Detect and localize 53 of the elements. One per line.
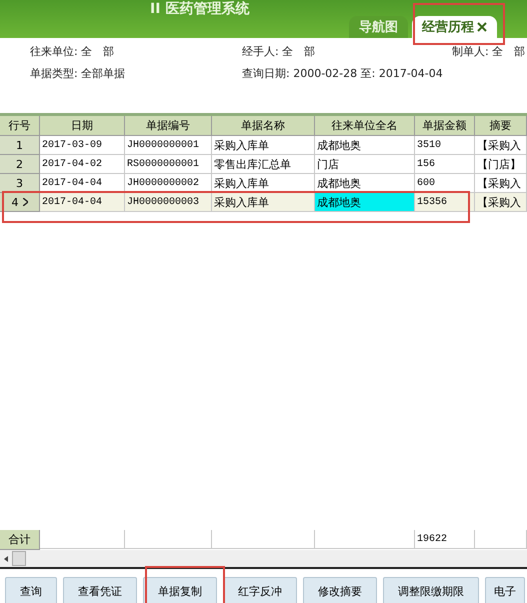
filter-field: 单据类型: 全部单据: [30, 67, 230, 81]
column-header: 单据金额: [415, 116, 475, 136]
toolbar-button[interactable]: 电子: [485, 577, 525, 603]
app-title: II 医药管理系统: [150, 0, 250, 18]
horizontal-scrollbar[interactable]: [0, 550, 527, 569]
table-cell: 600: [415, 174, 475, 193]
total-amount: 19622: [415, 530, 475, 549]
table-cell: 2017-03-09: [40, 136, 125, 155]
column-header: 日期: [40, 116, 125, 136]
table-cell: 成都地奥: [315, 193, 415, 212]
column-header: 摘要: [475, 116, 527, 136]
table-cell: 2017-04-02: [40, 155, 125, 174]
table-cell: 门店: [315, 155, 415, 174]
row-pointer-icon: [22, 198, 28, 206]
column-header: 单据名称: [212, 116, 315, 136]
table-cell: [475, 530, 527, 549]
row-number[interactable]: 2: [0, 155, 40, 174]
table-cell: 成都地奥: [315, 136, 415, 155]
table-cell: 156: [415, 155, 475, 174]
toolbar-button[interactable]: 单据复制: [143, 577, 217, 603]
toolbar-button[interactable]: 红字反冲: [223, 577, 297, 603]
filter-field: 查询日期: 2000-02-28 至: 2017-04-04: [242, 67, 440, 81]
table-cell: 采购入库单: [212, 193, 315, 212]
table-cell: 零售出库汇总单: [212, 155, 315, 174]
toolbar-button[interactable]: 修改摘要: [303, 577, 377, 603]
filter-field: 制单人: 全 部: [452, 45, 527, 59]
table-cell: 【门店】: [475, 155, 527, 174]
table-cell: JH0000000001: [125, 136, 212, 155]
filter-field: 经手人: 全 部: [242, 45, 440, 59]
table-cell: RS0000000001: [125, 155, 212, 174]
close-icon[interactable]: [477, 22, 487, 32]
table-cell: 采购入库单: [212, 136, 315, 155]
toolbar-button[interactable]: 查看凭证: [63, 577, 137, 603]
tab[interactable]: 经营历程: [412, 16, 497, 38]
table-cell: 【采购入: [475, 193, 527, 212]
table-cell: 3510: [415, 136, 475, 155]
column-header: 行号: [0, 116, 40, 136]
filter-field: 往来单位: 全 部: [30, 45, 230, 59]
toolbar-button[interactable]: 查询: [5, 577, 57, 603]
scrollbar-thumb[interactable]: [12, 551, 26, 566]
column-header: 单据编号: [125, 116, 212, 136]
row-number[interactable]: 1: [0, 136, 40, 155]
scroll-left-icon[interactable]: [4, 556, 8, 562]
table-cell: 【采购入: [475, 136, 527, 155]
column-header: 往来单位全名: [315, 116, 415, 136]
table-cell: JH0000000003: [125, 193, 212, 212]
toolbar-button[interactable]: 调整限缴期限: [383, 577, 479, 603]
row-number[interactable]: 4: [0, 193, 40, 212]
total-label: 合计: [0, 530, 40, 550]
table-cell: 15356: [415, 193, 475, 212]
table-cell: 2017-04-04: [40, 193, 125, 212]
table-cell: 【采购入: [475, 174, 527, 193]
row-number[interactable]: 3: [0, 174, 40, 193]
